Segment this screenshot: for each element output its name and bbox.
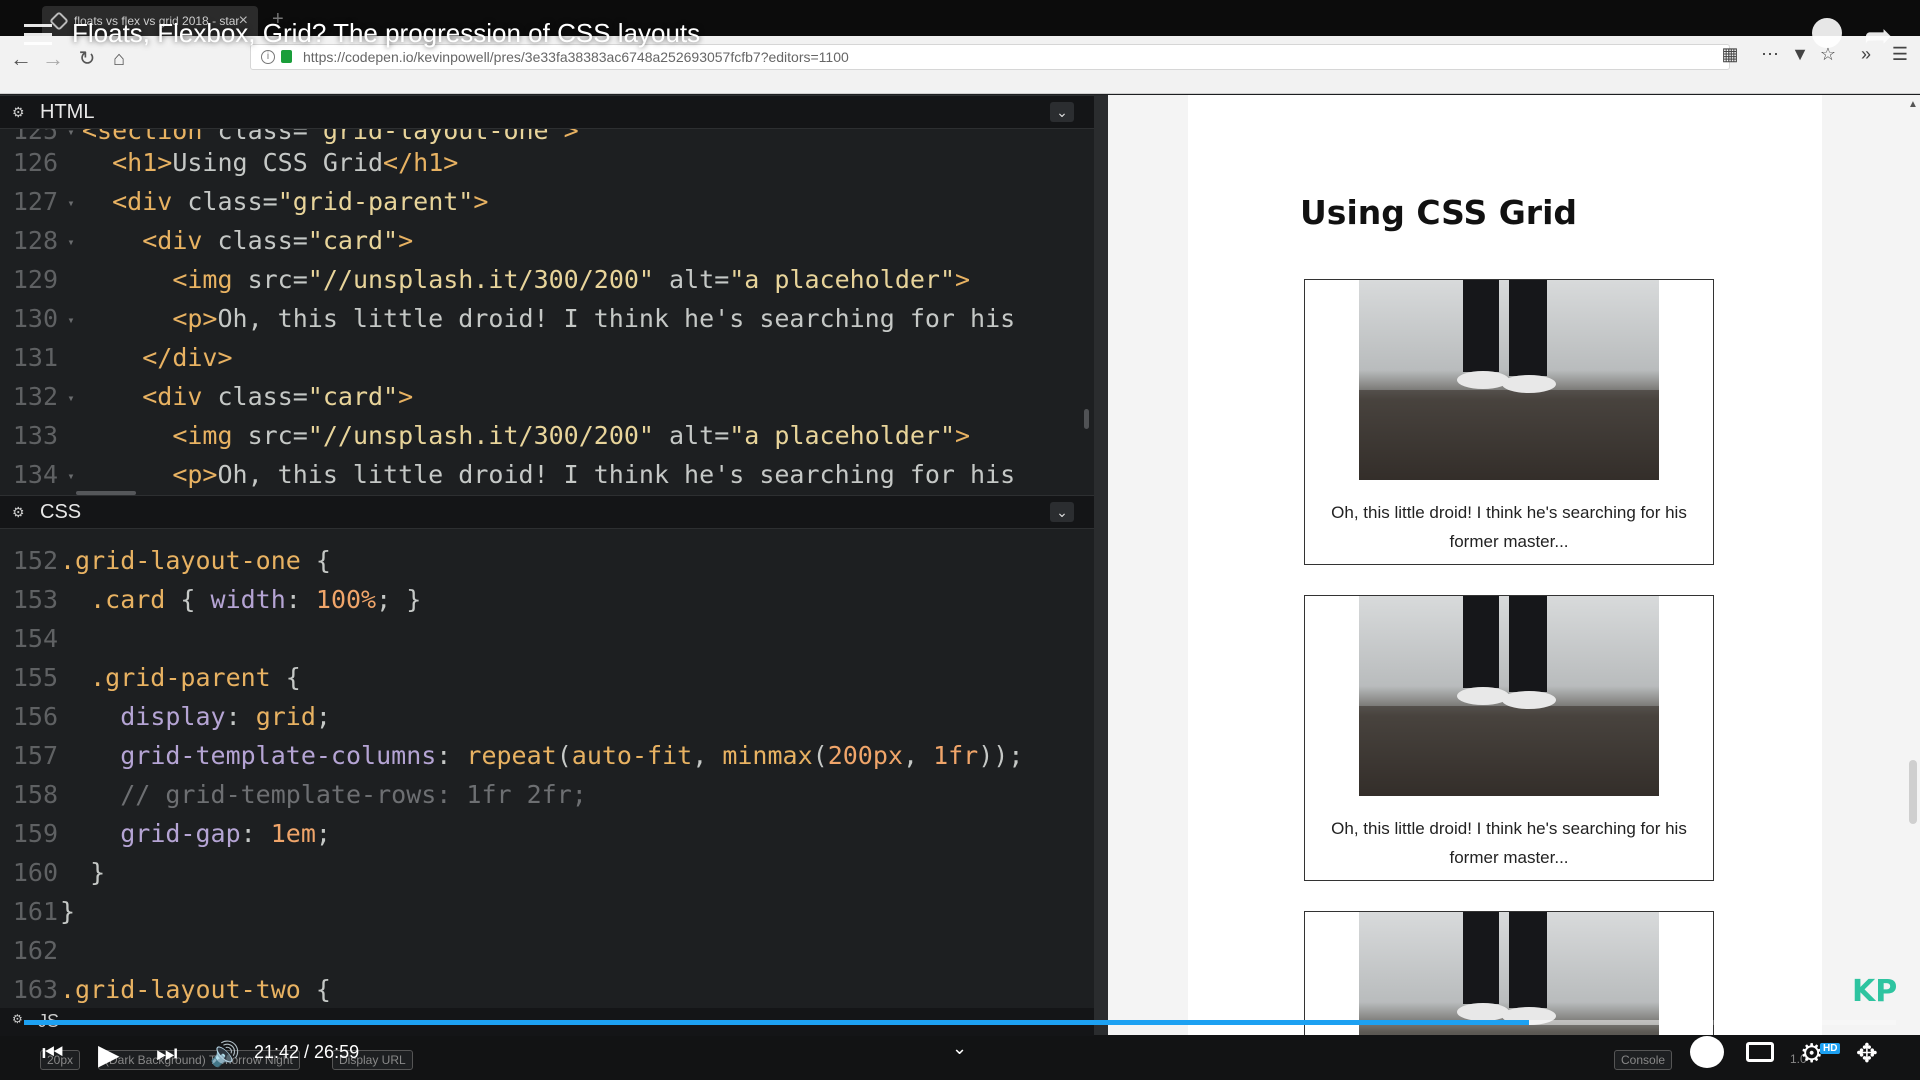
html-scrollbar[interactable] — [1084, 409, 1089, 429]
shield-icon[interactable] — [1690, 1036, 1724, 1068]
css-code[interactable]: 152.grid-layout-one { 153 .card { width:… — [0, 529, 1094, 1080]
card: Oh, this little droid! I think he's sear… — [1304, 595, 1714, 881]
gear-icon[interactable]: ⚙ — [12, 105, 26, 119]
code-line: 159 grid-gap: 1em; — [12, 819, 331, 848]
code-line: 154 — [12, 624, 58, 653]
code-line: 128 ▾ <div class="card"> — [12, 226, 414, 255]
code-line: 127 ▾ <div class="grid-parent"> — [12, 187, 489, 216]
code-line: 161} — [12, 897, 76, 926]
card — [1304, 911, 1714, 1035]
captions-icon[interactable] — [1746, 1042, 1774, 1062]
code-line: 162 — [12, 936, 58, 965]
card-caption: Oh, this little droid! I think he's sear… — [1331, 503, 1687, 551]
menu-icon[interactable] — [24, 24, 52, 46]
video-controls: ⏮ ▶ ⏭ 🔊 21:42 / 26:59 ⌄ ⚙ ✥ — [0, 1030, 1920, 1080]
play-icon[interactable]: ▶ — [98, 1038, 120, 1071]
chevron-down-icon[interactable]: ⌄ — [952, 1038, 967, 1059]
reader-icon[interactable]: ▦ — [1716, 44, 1744, 65]
more-icon[interactable]: ⋯ — [1756, 44, 1784, 65]
forward-icon[interactable]: → — [38, 44, 68, 74]
scroll-up-icon[interactable]: ▲ — [1908, 99, 1918, 110]
lock-icon — [281, 50, 292, 63]
video-progress-bar[interactable] — [24, 1020, 1896, 1025]
html-panel-title: HTML — [40, 100, 95, 123]
code-line: 132 ▾ <div class="card"> — [12, 382, 414, 411]
placeholder-image — [1359, 596, 1659, 796]
prev-icon[interactable]: ⏮ — [42, 1040, 64, 1068]
placeholder-image — [1359, 912, 1659, 1035]
placeholder-image — [1359, 280, 1659, 480]
code-line: 129 <img src="//unsplash.it/300/200" alt… — [12, 265, 971, 294]
html-panel-header: ⚙ HTML ⌄ — [0, 95, 1094, 129]
collapse-button[interactable]: ⌄ — [1050, 102, 1074, 122]
preview-scrollbar[interactable]: ▲ — [1906, 95, 1920, 1035]
next-icon[interactable]: ⏭ — [156, 1040, 178, 1068]
video-title[interactable]: Floats, Flexbox, Grid? The progression o… — [72, 18, 700, 49]
code-line: 155 .grid-parent { — [12, 663, 301, 692]
preview-heading: Using CSS Grid — [1300, 193, 1578, 232]
code-line: 131 </div> — [12, 343, 233, 372]
code-line: 152.grid-layout-one { — [12, 546, 331, 575]
volume-icon[interactable]: 🔊 — [210, 1040, 240, 1069]
code-line: 130 ▾ <p>Oh, this little droid! I think h… — [12, 304, 1016, 333]
hd-badge: HD — [1820, 1043, 1841, 1054]
preview-page: Using CSS Grid Oh, this little droid! I … — [1188, 95, 1822, 1035]
css-panel-title: CSS — [40, 500, 82, 523]
buffer-bar — [1529, 1020, 1672, 1025]
card-caption: Oh, this little droid! I think he's sear… — [1331, 819, 1687, 867]
editor-preview-resizer[interactable] — [1094, 95, 1108, 1035]
fullscreen-exit-icon[interactable]: ✥ — [1856, 1038, 1878, 1069]
css-panel-header: ⚙ CSS ⌄ — [0, 495, 1094, 529]
code-line: 160 } — [12, 858, 106, 887]
site-info-icon[interactable]: i — [261, 50, 275, 64]
progress-fill — [24, 1020, 1530, 1025]
clock-icon[interactable] — [1812, 18, 1842, 48]
gear-icon[interactable]: ⚙ — [12, 1012, 23, 1026]
code-line: 126 <h1>Using CSS Grid</h1> — [12, 148, 459, 177]
kp-watermark-logo: KP — [1852, 974, 1898, 1009]
result-preview: Using CSS Grid Oh, this little droid! I … — [1108, 95, 1920, 1035]
code-line: 133 <img src="//unsplash.it/300/200" alt… — [12, 421, 971, 450]
collapse-button[interactable]: ⌄ — [1050, 502, 1074, 522]
gear-icon[interactable]: ⚙ — [12, 505, 26, 519]
code-line: 153 .card { width: 100%; } — [12, 585, 422, 614]
back-icon[interactable]: ← — [6, 44, 36, 74]
share-icon[interactable]: ➦ — [1864, 16, 1893, 56]
time-display: 21:42 / 26:59 — [254, 1042, 360, 1062]
preview-scroll-thumb[interactable] — [1909, 760, 1917, 824]
codepen-icon — [49, 11, 69, 31]
code-line: 158 // grid-template-rows: 1fr 2fr; — [12, 780, 587, 809]
code-line: 156 display: grid; — [12, 702, 331, 731]
code-line: 157 grid-template-columns: repeat(auto-f… — [12, 741, 1024, 770]
url-text: https://codepen.io/kevinpowell/pres/3e33… — [303, 49, 849, 65]
code-editor: ⚙ HTML ⌄ 125 ▾ <section class="grid-layout… — [0, 95, 1094, 1047]
code-line: 163.grid-layout-two { — [12, 975, 331, 1004]
code-line: 134 ▾ <p>Oh, this little droid! I think h… — [12, 460, 1016, 489]
card: Oh, this little droid! I think he's sear… — [1304, 279, 1714, 565]
pocket-icon[interactable]: ▼ — [1786, 44, 1814, 65]
html-code[interactable]: 125 ▾ <section class="grid-layout-one"> 12… — [0, 129, 1094, 495]
